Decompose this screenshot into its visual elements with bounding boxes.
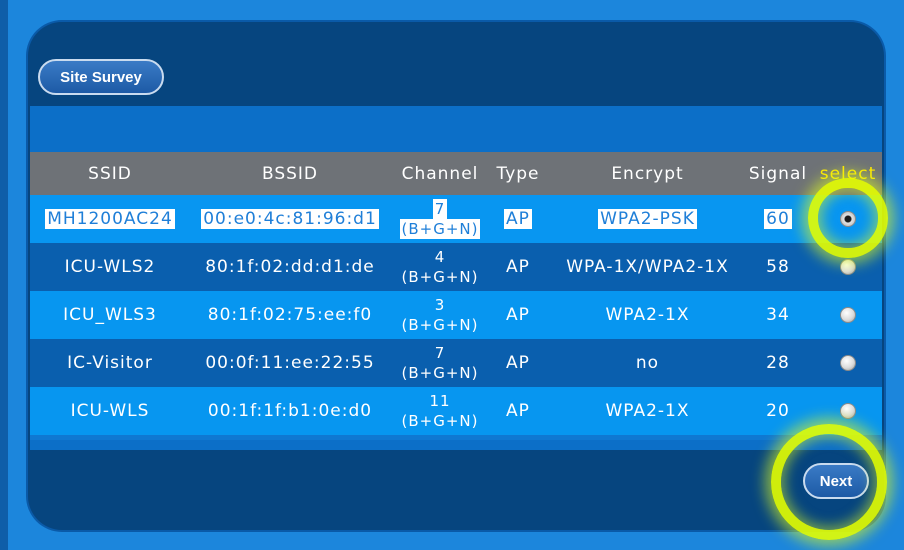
site-survey-panel: Site Survey SSID BSSID Channel Type Encr…	[28, 22, 884, 530]
ssid-cell: ICU_WLS3	[63, 305, 157, 325]
encrypt-value: WPA2-PSK	[598, 209, 697, 229]
channel-cell: 11 (B+G+N)	[392, 387, 488, 435]
channel-number: 11	[429, 392, 451, 410]
col-bssid: BSSID	[261, 163, 319, 184]
channel-mode: (B+G+N)	[399, 219, 481, 239]
table-header: SSID BSSID Channel Type Encrypt Signal s…	[30, 152, 882, 195]
table-row[interactable]: ICU-WLS 00:1f:1f:b1:0e:d0 11 (B+G+N) AP …	[30, 387, 882, 435]
bssid-value: 00:e0:4c:81:96:d1	[201, 209, 379, 229]
select-radio[interactable]	[840, 211, 856, 227]
channel-number: 4	[434, 248, 446, 266]
left-edge-strip	[0, 0, 8, 550]
table-row[interactable]: IC-Visitor 00:0f:11:ee:22:55 7 (B+G+N) A…	[30, 339, 882, 387]
select-radio[interactable]	[840, 403, 856, 419]
col-ssid: SSID	[88, 163, 132, 184]
channel-cell: 7 (B+G+N)	[392, 195, 488, 243]
channel-cell: 3 (B+G+N)	[392, 291, 488, 339]
next-button[interactable]: Next	[803, 463, 869, 499]
channel-number: 7	[432, 199, 448, 219]
ssid-value: MH1200AC24	[45, 209, 175, 229]
bssid-cell: 80:1f:02:dd:d1:de	[205, 257, 375, 277]
col-signal: Signal	[748, 163, 808, 184]
col-encrypt: Encrypt	[611, 163, 684, 184]
table-row[interactable]: MH1200AC24 00:e0:4c:81:96:d1 7 (B+G+N) A…	[30, 195, 882, 243]
signal-cell: 60	[742, 195, 814, 243]
channel-mode: (B+G+N)	[401, 412, 479, 430]
signal-cell: 58	[766, 257, 790, 277]
type-cell: AP	[506, 401, 530, 421]
encrypt-cell: WPA-1X/WPA2-1X	[566, 257, 729, 277]
encrypt-cell: WPA2-PSK	[550, 195, 745, 243]
select-cell	[816, 339, 880, 387]
col-type: Type	[496, 163, 540, 184]
type-cell: AP	[506, 305, 530, 325]
select-cell	[816, 291, 880, 339]
bssid-cell: 80:1f:02:75:ee:f0	[207, 305, 373, 325]
ssid-cell: ICU-WLS	[70, 401, 150, 421]
bssid-cell: 00:0f:11:ee:22:55	[205, 353, 375, 373]
signal-cell: 20	[766, 401, 790, 421]
channel-mode: (B+G+N)	[401, 316, 479, 334]
site-survey-button[interactable]: Site Survey	[38, 59, 164, 95]
channel-number: 7	[434, 344, 446, 362]
channel-number: 3	[434, 296, 446, 314]
channel-mode: (B+G+N)	[401, 364, 479, 382]
ssid-cell: MH1200AC24	[40, 195, 180, 243]
table-footer-band	[30, 440, 882, 450]
ssid-cell: ICU-WLS2	[64, 257, 156, 277]
channel-mode: (B+G+N)	[401, 268, 479, 286]
channel-cell: 4 (B+G+N)	[392, 243, 488, 291]
ssid-cell: IC-Visitor	[67, 353, 153, 373]
type-cell: AP	[506, 257, 530, 277]
table-row[interactable]: ICU_WLS3 80:1f:02:75:ee:f0 3 (B+G+N) AP …	[30, 291, 882, 339]
bssid-cell: 00:1f:1f:b1:0e:d0	[207, 401, 373, 421]
select-radio[interactable]	[840, 355, 856, 371]
encrypt-cell: WPA2-1X	[605, 401, 690, 421]
type-cell: AP	[506, 353, 530, 373]
bssid-cell: 00:e0:4c:81:96:d1	[195, 195, 385, 243]
signal-value: 60	[764, 209, 792, 229]
toolbar-band	[30, 106, 882, 152]
encrypt-cell: WPA2-1X	[605, 305, 690, 325]
select-cell	[816, 243, 880, 291]
type-value: AP	[504, 209, 532, 229]
select-cell	[816, 195, 880, 243]
select-radio[interactable]	[840, 307, 856, 323]
survey-table: SSID BSSID Channel Type Encrypt Signal s…	[30, 152, 882, 440]
table-row[interactable]: ICU-WLS2 80:1f:02:dd:d1:de 4 (B+G+N) AP …	[30, 243, 882, 291]
select-cell	[816, 387, 880, 435]
col-select: select	[819, 163, 877, 184]
col-channel: Channel	[401, 163, 479, 184]
encrypt-cell: no	[635, 353, 660, 373]
channel-cell: 7 (B+G+N)	[392, 339, 488, 387]
select-radio[interactable]	[840, 259, 856, 275]
type-cell: AP	[492, 195, 544, 243]
signal-cell: 28	[766, 353, 790, 373]
signal-cell: 34	[766, 305, 790, 325]
